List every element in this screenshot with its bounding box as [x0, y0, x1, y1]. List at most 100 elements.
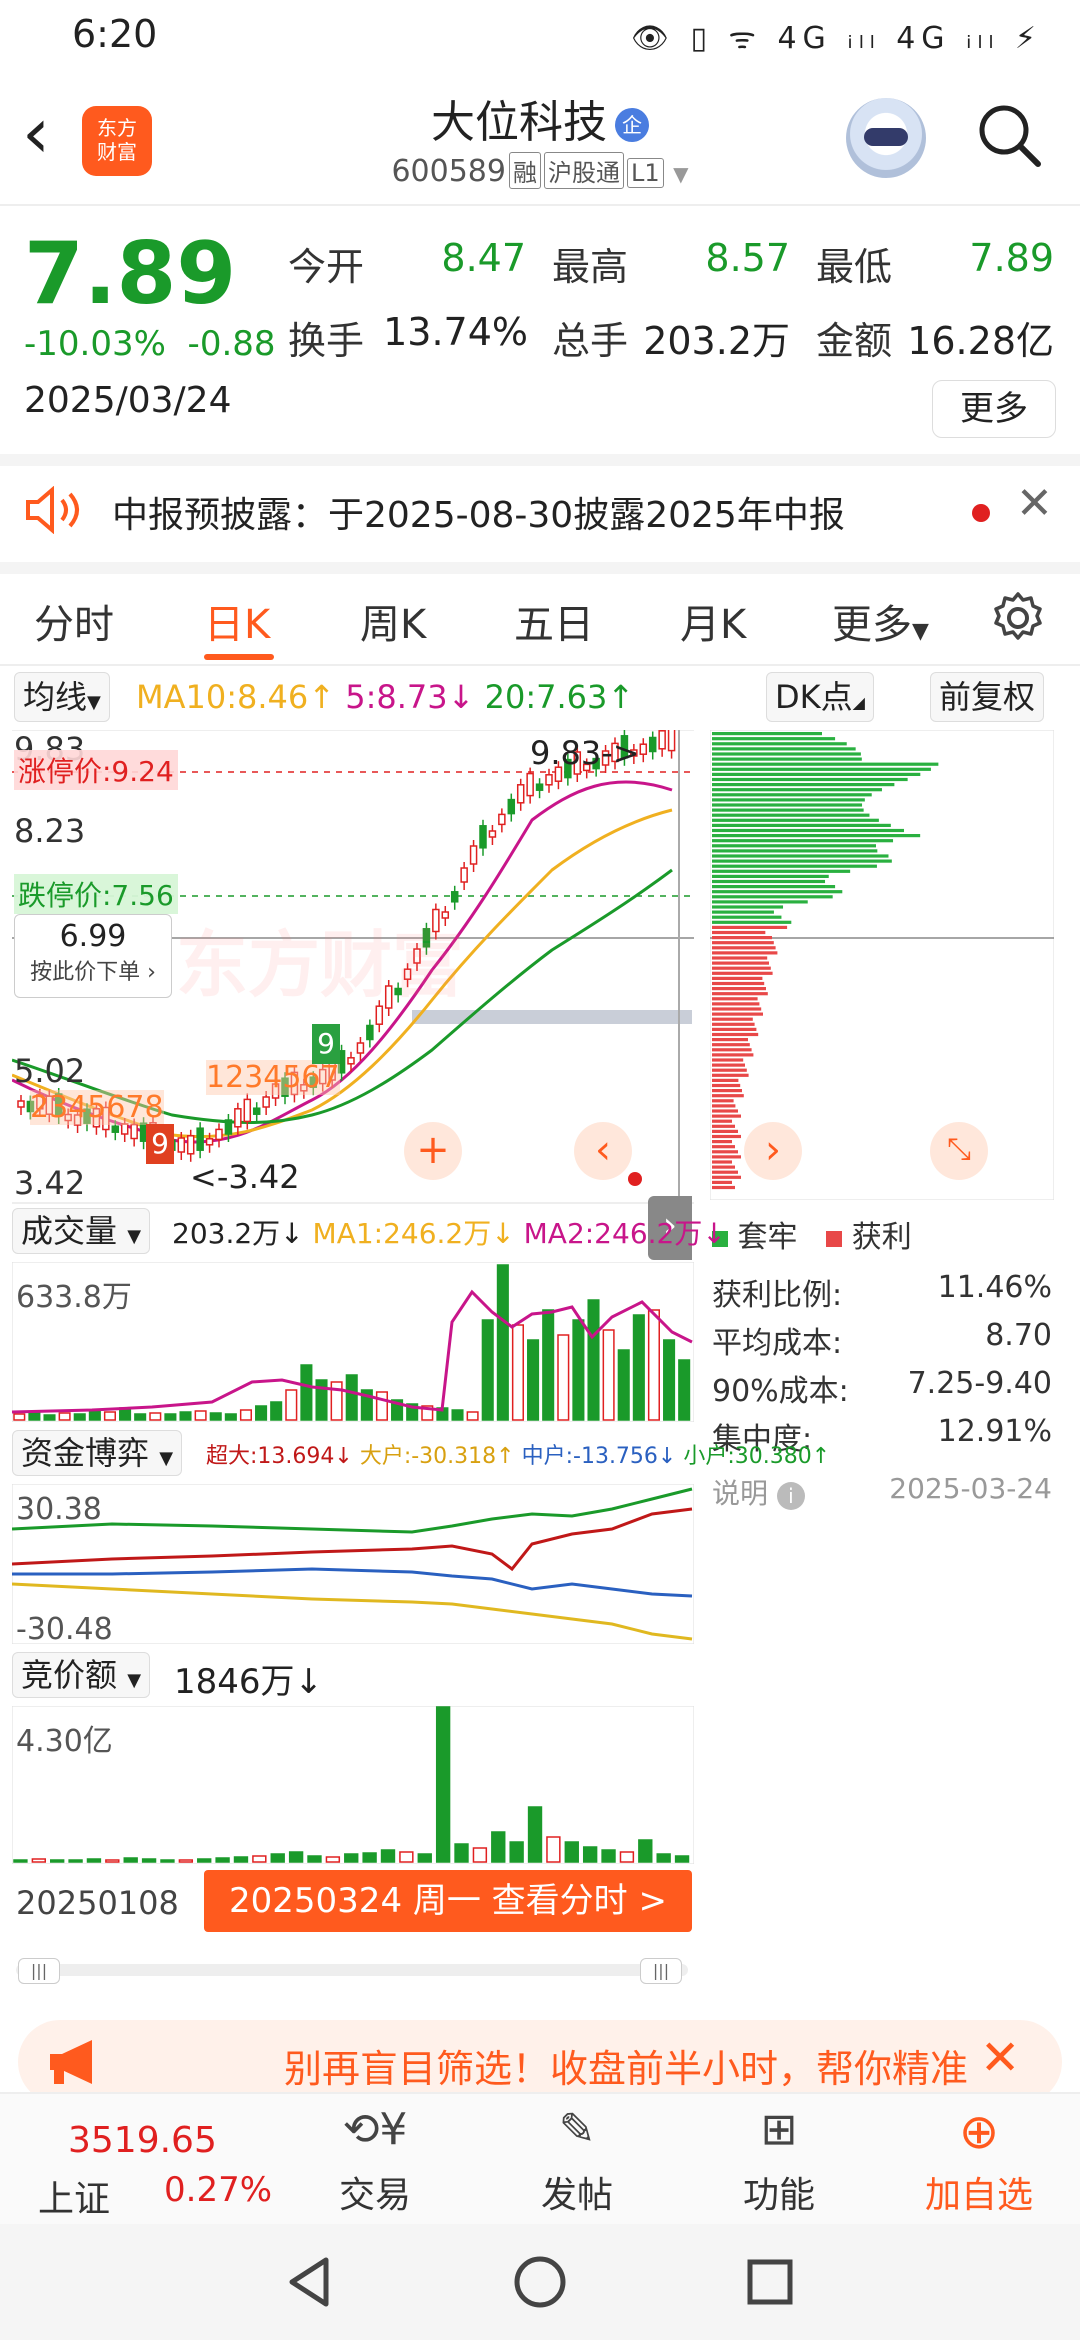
timeline-scrollbar[interactable]: [16, 1964, 688, 1976]
auction-bar: [86, 1858, 102, 1863]
nav-functions[interactable]: ⊞ 功能: [704, 2104, 854, 2218]
nav-add-watchlist[interactable]: ⊕ 加自选: [904, 2104, 1054, 2218]
close-icon[interactable]: ✕: [980, 2030, 1020, 2086]
chevron-right-icon[interactable]: ›: [744, 1122, 802, 1180]
tab-intraday[interactable]: 分时: [34, 592, 114, 650]
candle-body: [460, 867, 468, 883]
tab-five-day[interactable]: 五日: [514, 592, 594, 650]
volume-label: 总手: [552, 319, 629, 363]
stock-name: 大位科技: [431, 97, 607, 148]
chip-bar: [712, 981, 765, 986]
tab-weekly-k[interactable]: 周K: [360, 592, 426, 650]
tab-more[interactable]: 更多▼: [832, 592, 929, 650]
volume-selector[interactable]: 成交量 ▼: [12, 1208, 151, 1254]
chip-bar: [712, 788, 882, 792]
chip-bar: [712, 1129, 738, 1133]
volume-bar: [149, 1412, 162, 1421]
current-price: 7.89: [24, 224, 237, 324]
nav-trade[interactable]: ⟲¥ 交易: [300, 2104, 450, 2218]
tag-level: L1: [626, 158, 664, 188]
ma-selector[interactable]: 均线▼: [14, 672, 110, 722]
close-icon[interactable]: ✕: [1016, 478, 1053, 529]
recents-square-icon[interactable]: [742, 2254, 798, 2310]
chip-bar: [712, 1007, 762, 1011]
price-change: -10.03% -0.88: [24, 324, 276, 364]
auction-bar: [123, 1857, 138, 1863]
more-button[interactable]: 更多: [932, 380, 1056, 438]
tab-daily-k[interactable]: 日K: [204, 592, 270, 650]
auction-max: 4.30亿: [16, 1724, 113, 1759]
auction-bar: [270, 1853, 285, 1863]
stat-value: 8.70: [985, 1318, 1052, 1353]
settings-gear-icon[interactable]: [990, 590, 1046, 646]
volume-bar: [285, 1389, 298, 1421]
td-sequence-a-end: 9: [146, 1124, 174, 1164]
tab-monthly-k[interactable]: 月K: [680, 592, 746, 650]
chip-bar: [712, 762, 939, 766]
adjustment-button[interactable]: 前复权: [930, 672, 1045, 722]
stat-value: 7.25-9.40: [907, 1366, 1052, 1401]
candle-body: [516, 784, 525, 804]
chip-bar: [712, 1119, 732, 1123]
auction-bar: [656, 1853, 671, 1863]
quote-date: 2025/03/24: [24, 380, 232, 421]
search-icon[interactable]: [976, 102, 1042, 168]
stat-value: 12.91%: [937, 1414, 1052, 1449]
auction-bar: [399, 1851, 414, 1863]
ma10-value: MA10:8.46↑: [136, 678, 336, 716]
edit-icon: ✎: [558, 2104, 596, 2155]
home-circle-icon[interactable]: [512, 2254, 568, 2310]
caret-down-icon: ▼: [127, 1670, 142, 1691]
auction-bar: [472, 1847, 488, 1863]
chip-bar: [712, 772, 921, 776]
scroll-handle-left[interactable]: |||: [18, 1958, 60, 1984]
legend-profit: 获利: [851, 1220, 912, 1255]
auction-bar: [50, 1859, 65, 1863]
add-line-icon[interactable]: +: [404, 1122, 462, 1180]
auction-selector[interactable]: 竞价额 ▼: [12, 1652, 151, 1698]
chip-bar: [712, 818, 879, 822]
chip-bar: [712, 956, 768, 960]
auction-value: 1846万↓: [174, 1662, 324, 1702]
notice-bar[interactable]: 中报预披露：于2025-08-30披露2025年中报 ✕: [0, 454, 1080, 574]
note-row[interactable]: 说明 i 2025-03-24: [712, 1472, 1052, 1520]
auction-bar: [325, 1856, 341, 1863]
red-dot-indicator: [628, 1172, 642, 1186]
nav-post[interactable]: ✎ 发帖: [502, 2104, 652, 2218]
candle-body: [262, 1096, 270, 1108]
chip-bar: [712, 905, 784, 909]
chip-bar: [712, 1048, 752, 1052]
chip-bar: [712, 895, 833, 899]
candle-body: [17, 1100, 25, 1108]
td-sequence-b: 1234567: [206, 1060, 340, 1095]
chip-bar: [712, 813, 870, 817]
view-intraday-button[interactable]: 20250324 周一 查看分时 >: [204, 1870, 692, 1932]
unread-dot: [972, 504, 990, 522]
volume-max: 633.8万: [16, 1280, 132, 1315]
index-value[interactable]: 3519.65: [68, 2120, 217, 2161]
order-price-tooltip[interactable]: 6.99 按此价下单 ›: [14, 914, 172, 998]
back-triangle-icon[interactable]: [282, 2254, 338, 2310]
volume-bar: [43, 1414, 56, 1421]
auction-bar: [454, 1843, 469, 1863]
nav-trade-label: 交易: [338, 2175, 411, 2216]
volume-bar: [647, 1309, 660, 1421]
expand-arrows-icon[interactable]: ⤡: [930, 1122, 988, 1180]
candle-body: [347, 1057, 355, 1065]
candle-body: [450, 891, 459, 903]
dk-point-button[interactable]: DK点◢: [766, 672, 874, 722]
td-sequence-a: 2345678: [30, 1090, 164, 1125]
scroll-handle-right[interactable]: |||: [640, 1958, 682, 1984]
candle-body: [186, 1135, 195, 1155]
chip-bar: [712, 1032, 759, 1037]
turnover-value: 13.74%: [383, 310, 528, 354]
capital-selector[interactable]: 资金博弈 ▼: [12, 1430, 183, 1476]
auction-chart: [12, 1706, 694, 1864]
chevron-left-icon[interactable]: ‹: [574, 1122, 632, 1180]
stat-row: 90%成本: 7.25-9.40: [712, 1366, 1052, 1414]
robot-avatar[interactable]: [846, 98, 926, 178]
auction-bar: [362, 1852, 377, 1863]
volume-bar: [466, 1411, 479, 1421]
capital-chart: [12, 1484, 694, 1644]
order-price: 6.99: [59, 919, 127, 954]
